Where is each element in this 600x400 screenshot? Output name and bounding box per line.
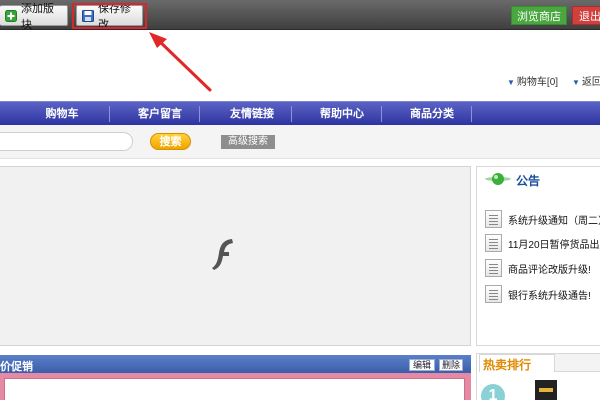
notice-panel bbox=[476, 166, 600, 346]
document-icon bbox=[485, 210, 502, 228]
search-bar: 搜索 高级搜索 bbox=[0, 125, 600, 159]
home-link[interactable]: ▼返回首页 bbox=[572, 73, 600, 88]
main-nav: 购物车 客户留言 友情链接 帮助中心 商品分类 bbox=[0, 101, 600, 125]
notice-item-text: 系统升级通知（周二） bbox=[508, 215, 600, 227]
green-orb-icon bbox=[485, 173, 511, 185]
add-block-label: 添加版块 bbox=[21, 2, 54, 31]
plus-icon bbox=[5, 9, 17, 22]
promotion-panel: 价促销 编辑 删除 bbox=[0, 355, 471, 400]
nav-item-cart[interactable]: 购物车 bbox=[30, 102, 94, 126]
document-icon bbox=[485, 234, 502, 252]
edit-button[interactable]: 编辑 bbox=[409, 359, 435, 371]
promotion-title: 价促销 bbox=[0, 361, 33, 373]
add-block-button[interactable]: 添加版块 bbox=[0, 3, 68, 31]
notice-item[interactable]: 银行系统升级通告! bbox=[485, 285, 591, 303]
document-icon bbox=[485, 259, 502, 277]
hot-sales-tab-bar bbox=[555, 354, 600, 372]
hot-sales-title: 热卖排行 bbox=[483, 358, 532, 372]
delete-button[interactable]: 删除 bbox=[439, 359, 463, 371]
dropdown-triangle-icon: ▼ bbox=[572, 78, 580, 87]
nav-separator bbox=[109, 106, 110, 122]
exit-button[interactable]: 退出 bbox=[572, 6, 600, 25]
notice-title: 公告 bbox=[516, 174, 541, 188]
advanced-search-button[interactable]: 高级搜索 bbox=[221, 135, 275, 149]
nav-item-links[interactable]: 友情链接 bbox=[215, 102, 289, 126]
notice-item-text: 商品评论改版升级! bbox=[508, 264, 591, 276]
document-icon bbox=[485, 285, 502, 303]
notice-item[interactable]: 商品评论改版升级! bbox=[485, 259, 591, 277]
promotion-body bbox=[0, 373, 471, 400]
nav-separator bbox=[199, 106, 200, 122]
notice-item[interactable]: 系统升级通知（周二） bbox=[485, 210, 600, 228]
dropdown-triangle-icon: ▼ bbox=[507, 78, 515, 87]
search-button[interactable]: 搜索 bbox=[150, 133, 191, 150]
nav-item-messages[interactable]: 客户留言 bbox=[123, 102, 197, 126]
browse-store-button[interactable]: 浏览商店 bbox=[511, 6, 567, 25]
red-arrow-icon bbox=[149, 32, 212, 92]
cart-link[interactable]: ▼ 购物车[0] bbox=[507, 73, 558, 88]
product-thumbnail[interactable] bbox=[535, 380, 557, 400]
home-link-label: 返回首页 bbox=[581, 77, 600, 88]
save-highlight-frame bbox=[72, 3, 147, 29]
nav-item-categories[interactable]: 商品分类 bbox=[395, 102, 469, 126]
notice-item-text: 银行系统升级通告! bbox=[508, 290, 591, 302]
notice-item-text: 11月20日暂停货品出库 bbox=[508, 239, 600, 251]
nav-separator bbox=[471, 106, 472, 122]
cart-link-label: 购物车[0] bbox=[516, 77, 559, 88]
nav-separator bbox=[381, 106, 382, 122]
nav-separator bbox=[291, 106, 292, 122]
notice-item[interactable]: 11月20日暂停货品出库 bbox=[485, 234, 600, 252]
flash-icon bbox=[212, 239, 233, 270]
promotion-header: 价促销 编辑 删除 bbox=[0, 355, 471, 373]
search-input[interactable] bbox=[0, 132, 133, 151]
nav-item-help[interactable]: 帮助中心 bbox=[305, 102, 379, 126]
promotion-content bbox=[4, 378, 465, 400]
